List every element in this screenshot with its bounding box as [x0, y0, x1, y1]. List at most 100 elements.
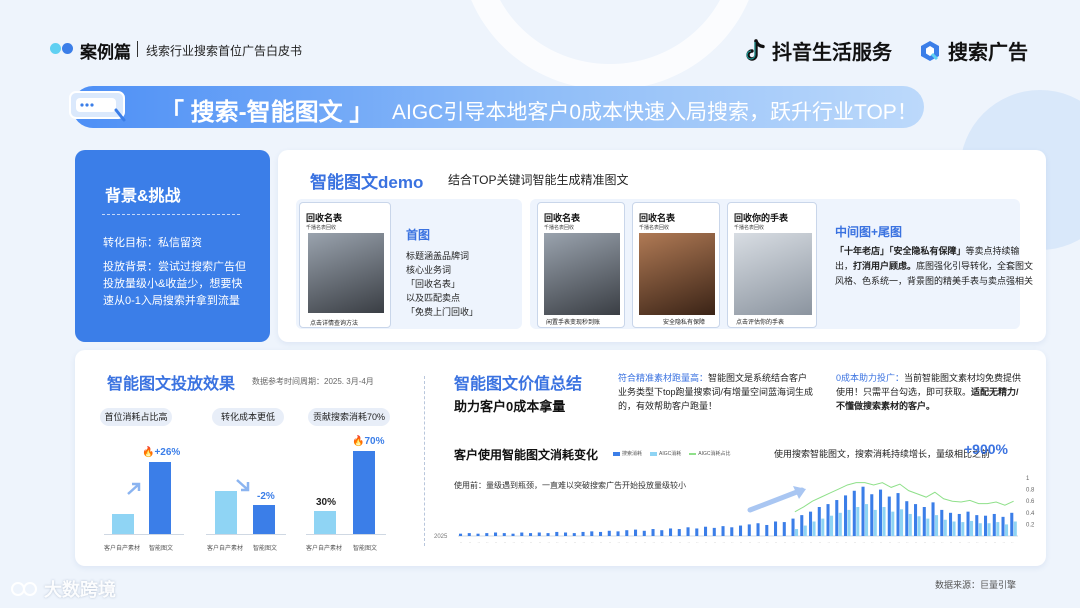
chart-x-tick: ··: [766, 541, 768, 545]
chart-search-bar: [879, 489, 883, 536]
effect-pill-2: 转化成本更低: [212, 408, 284, 426]
chart-x-tick: ··: [574, 541, 576, 545]
watermark: 大数跨境: [10, 576, 116, 602]
chart-search-bar: [459, 533, 463, 536]
chart-x-tick: ··: [819, 541, 821, 545]
chart-legend: 搜索消耗 AIGC消耗 AIGC消耗占比: [613, 450, 730, 457]
chart-aigc-bar: [838, 512, 842, 536]
first-image-desc: 标题涵盖品牌词 核心业务词 「回收名表」 以及匹配卖点 「免费上门回收」: [406, 249, 516, 319]
chart-aigc-bar: [830, 515, 834, 536]
value-point-1: 符合精准素材跑量高：智能图文是系统结合客户业务类型下top跑量搜索词/有增量空间…: [618, 371, 816, 413]
douyin-logo-icon: [746, 38, 765, 61]
chart-aigc-bar: [935, 515, 939, 536]
phone-1-sub: 千播名表回收: [306, 225, 337, 231]
phone-2-foot: 闲置手表变现秒到账: [546, 320, 601, 326]
watermark-logo-icon: [11, 582, 37, 596]
chart-search-bar: [800, 515, 804, 536]
chart-x-tick: ··: [793, 541, 795, 545]
chart-search-bar: [677, 529, 681, 536]
legend-search-label: 搜索消耗: [622, 451, 643, 457]
effect-bar-3-new: [353, 451, 375, 534]
effect-note: 数据参考时间周期：2025. 3月-4月: [252, 377, 374, 386]
header-divider: [137, 41, 138, 57]
chart-x-tick: ··: [994, 541, 996, 545]
effect-bar-2-base: [215, 491, 237, 534]
chart-x-tick: ··: [513, 541, 515, 545]
chart-search-bar: [520, 532, 524, 536]
legend-aigc-label: AIGC消耗: [659, 451, 682, 457]
chart-growth-value: +900%: [964, 441, 1008, 457]
legend-aigc-share: AIGC消耗占比: [689, 450, 730, 457]
phone-4-sub: 千播名表回收: [734, 225, 765, 231]
chart-x-tick: ··: [705, 541, 707, 545]
section-title: 案例篇: [80, 43, 131, 62]
phone-3-sub: 千播名表回收: [639, 225, 670, 231]
chart-x-tick: ··: [661, 541, 663, 545]
chart-search-bar: [809, 511, 813, 536]
phone-mockup-1: 回收名表 千播名表回收 点击详情查询方法: [299, 202, 391, 328]
chart-search-bar: [581, 531, 585, 536]
effect-xlabel-2b: 智能图文: [253, 546, 278, 552]
chart-x-tick: ··: [644, 541, 646, 545]
chart-y2-tick: 1: [1026, 476, 1030, 482]
chart-x-tick: ··: [828, 541, 830, 545]
chart-aigc-bar: [952, 521, 956, 536]
chart-x-tick: ··: [915, 541, 917, 545]
chart-x-tick: ··: [906, 541, 908, 545]
effect-pill-3: 贡献搜索消耗70%: [308, 408, 390, 426]
chart-search-bar: [721, 526, 725, 536]
chart-aigc-bar: [847, 509, 851, 536]
effect-xlabel-3b: 智能图文: [353, 546, 378, 552]
chart-search-bar: [669, 528, 673, 536]
chart-search-bar: [511, 533, 515, 536]
first-line-2: 核心业务词: [406, 265, 452, 275]
middle-image-desc: 「十年老店」「安全隐私有保障」等卖点持续输出，打消用户顾虑。底图强化引导转化，全…: [835, 244, 1035, 289]
chart-x-tick: ··: [985, 541, 987, 545]
chart-search-bar: [1010, 512, 1014, 536]
banner-title: 「 搜索-智能图文 」: [160, 99, 374, 126]
chart-aigc-bar: [917, 516, 921, 536]
search-ads-brand: 搜索广告: [918, 36, 1028, 65]
phone-3-foot: 安全隐私有保障: [663, 320, 706, 326]
chart-x-tick: ··: [495, 541, 497, 545]
chart-x-tick: ··: [530, 541, 532, 545]
chart-x-tick: ··: [635, 541, 637, 545]
chart-search-bar: [625, 530, 629, 536]
chart-aigc-bar: [943, 519, 947, 536]
chart-search-bar: [555, 531, 559, 536]
chart-x-tick: ··: [696, 541, 698, 545]
chart-search-bar: [634, 529, 638, 536]
chart-y2-tick: 0.2: [1026, 522, 1035, 528]
chart-search-bar: [651, 529, 655, 536]
chart-x-tick: ··: [775, 541, 777, 545]
chart-search-bar: [537, 532, 541, 536]
chart-search-bar: [467, 533, 471, 536]
chart-search-bar: [852, 490, 856, 536]
chart-y2-tick: 0.8: [1026, 488, 1035, 494]
effect-xlabel-1b: 智能图文: [149, 546, 174, 552]
effect-bar-2-new: [253, 505, 275, 534]
chart-search-bar: [756, 523, 760, 536]
background-card-title: 背景&挑战: [105, 188, 181, 205]
chart-search-bar: [861, 486, 865, 536]
chart-search-bar: [642, 530, 646, 536]
effect-bar-1-new: [149, 462, 171, 534]
first-image-title: 首图: [406, 228, 431, 242]
demo-title: 智能图文demo: [310, 173, 424, 192]
chart-search-bar: [817, 507, 821, 536]
phone-2-title: 回收名表: [544, 213, 581, 223]
background-card-divider: [102, 214, 240, 215]
chart-search-bar: [870, 494, 874, 536]
chart-search-bar: [765, 524, 769, 536]
value-point-2-highlight: 0成本助力投广：: [836, 373, 905, 383]
chart-x-tick: ··: [871, 541, 873, 545]
effect-change-3-value: 70%: [364, 436, 385, 447]
chart-x-tick: ··: [478, 541, 480, 545]
legend-aigc: AIGC消耗: [650, 450, 681, 457]
chart-x-tick: ··: [863, 541, 865, 545]
chart-search-bar: [686, 527, 690, 536]
chart-x-tick: ··: [504, 541, 506, 545]
chart-y2-tick: 0.6: [1026, 499, 1035, 505]
chart-search-bar: [730, 527, 734, 536]
chart-search-bar: [747, 524, 751, 536]
